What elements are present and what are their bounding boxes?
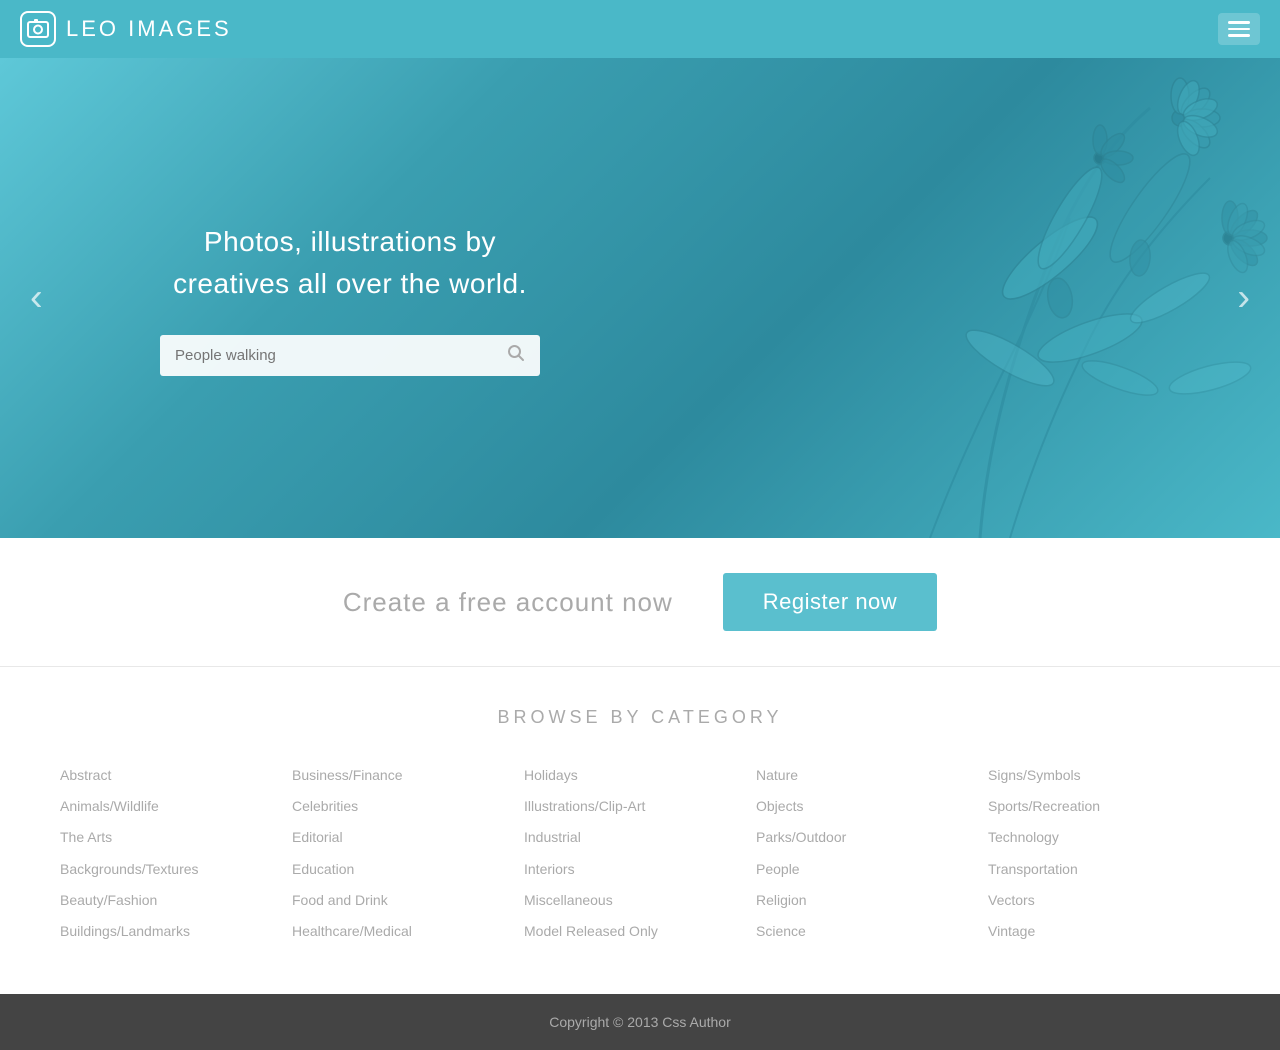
category-link[interactable]: Healthcare/Medical — [292, 919, 524, 944]
menu-button[interactable] — [1218, 13, 1260, 45]
category-link[interactable]: Backgrounds/Textures — [60, 857, 292, 882]
category-link[interactable]: Illustrations/Clip-Art — [524, 794, 756, 819]
category-column-2: Holidays Illustrations/Clip-Art Industrial… — [524, 763, 756, 944]
prev-arrow-button[interactable]: ‹ — [20, 267, 53, 330]
cta-section: Create a free account now Register now — [0, 538, 1280, 667]
category-link[interactable]: Science — [756, 919, 988, 944]
hamburger-line-2 — [1228, 28, 1250, 31]
category-link[interactable]: Holidays — [524, 763, 756, 788]
category-link[interactable]: Vectors — [988, 888, 1220, 913]
categories-grid: Abstract Animals/Wildlife The Arts Backgrou… — [60, 763, 1220, 944]
category-link[interactable]: Industrial — [524, 825, 756, 850]
cta-text: Create a free account now — [343, 587, 673, 618]
hero-content: Photos, illustrations by creatives all o… — [0, 221, 540, 376]
hero-background — [530, 58, 1280, 538]
search-button[interactable] — [492, 335, 540, 376]
hamburger-line-1 — [1228, 21, 1250, 24]
logo-icon — [20, 11, 56, 47]
category-link[interactable]: Transportation — [988, 857, 1220, 882]
logo-area: LEO IMAGES — [20, 11, 232, 47]
hero-title: Photos, illustrations by creatives all o… — [160, 221, 540, 305]
header: LEO IMAGES — [0, 0, 1280, 58]
category-link[interactable]: Education — [292, 857, 524, 882]
category-link[interactable]: Religion — [756, 888, 988, 913]
category-link[interactable]: Celebrities — [292, 794, 524, 819]
category-link[interactable]: Interiors — [524, 857, 756, 882]
category-column-4: Signs/Symbols Sports/Recreation Technology… — [988, 763, 1220, 944]
next-arrow-button[interactable]: › — [1227, 267, 1260, 330]
logo-text: LEO IMAGES — [66, 16, 232, 42]
category-link[interactable]: Business/Finance — [292, 763, 524, 788]
search-bar — [160, 335, 540, 376]
categories-title: BROWSE BY CATEGORY — [60, 707, 1220, 728]
category-link[interactable]: Sports/Recreation — [988, 794, 1220, 819]
category-link[interactable]: Nature — [756, 763, 988, 788]
hamburger-line-3 — [1228, 34, 1250, 37]
category-link[interactable]: People — [756, 857, 988, 882]
category-column-3: Nature Objects Parks/Outdoor People Religion… — [756, 763, 988, 944]
footer: Copyright © 2013 Css Author — [0, 994, 1280, 1050]
category-link[interactable]: The Arts — [60, 825, 292, 850]
category-column-1: Business/Finance Celebrities Editorial Educ… — [292, 763, 524, 944]
categories-section: BROWSE BY CATEGORY Abstract Animals/Wildl… — [0, 667, 1280, 994]
category-link[interactable]: Beauty/Fashion — [60, 888, 292, 913]
category-link[interactable]: Miscellaneous — [524, 888, 756, 913]
register-button[interactable]: Register now — [723, 573, 937, 631]
category-link[interactable]: Vintage — [988, 919, 1220, 944]
category-link[interactable]: Parks/Outdoor — [756, 825, 988, 850]
category-link[interactable]: Technology — [988, 825, 1220, 850]
category-link[interactable]: Food and Drink — [292, 888, 524, 913]
category-link[interactable]: Buildings/Landmarks — [60, 919, 292, 944]
category-link[interactable]: Model Released Only — [524, 919, 756, 944]
copyright-text: Copyright © 2013 Css Author — [549, 1014, 731, 1030]
category-link[interactable]: Objects — [756, 794, 988, 819]
category-link[interactable]: Abstract — [60, 763, 292, 788]
category-link[interactable]: Editorial — [292, 825, 524, 850]
hero-section: ‹ Photos, illustrations by creatives all… — [0, 58, 1280, 538]
category-link[interactable]: Signs/Symbols — [988, 763, 1220, 788]
category-column-0: Abstract Animals/Wildlife The Arts Backgrou… — [60, 763, 292, 944]
category-link[interactable]: Animals/Wildlife — [60, 794, 292, 819]
search-input[interactable] — [160, 335, 492, 376]
